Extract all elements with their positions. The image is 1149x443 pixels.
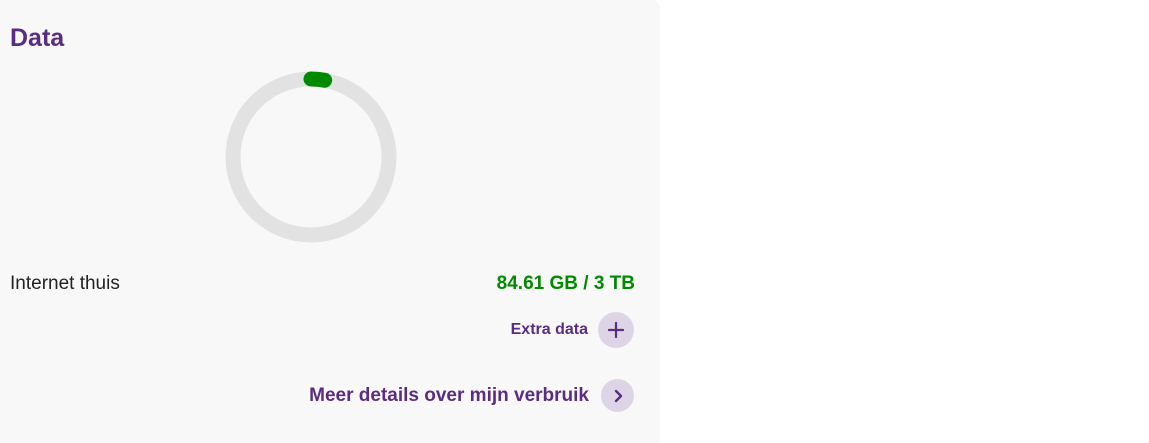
usage-gauge [225, 71, 397, 243]
extra-data-label: Extra data [510, 321, 588, 338]
extra-data-button[interactable]: Extra data [511, 312, 634, 348]
chevron-right-icon[interactable] [601, 379, 634, 412]
plus-icon[interactable] [598, 312, 634, 348]
usage-value: 84.61 GB / 3 TB [496, 273, 635, 294]
data-usage-card: Data Internet thuis 84.61 GB / 3 TB Extr… [0, 0, 660, 443]
usage-details-label: Meer details over mijn verbruik [309, 384, 589, 406]
usage-row: Internet thuis 84.61 GB / 3 TB [10, 270, 635, 298]
usage-label: Internet thuis [10, 273, 120, 294]
card-title: Data [10, 24, 65, 52]
gauge-track [225, 71, 397, 243]
usage-details-link[interactable]: Meer details over mijn verbruik [309, 379, 634, 412]
